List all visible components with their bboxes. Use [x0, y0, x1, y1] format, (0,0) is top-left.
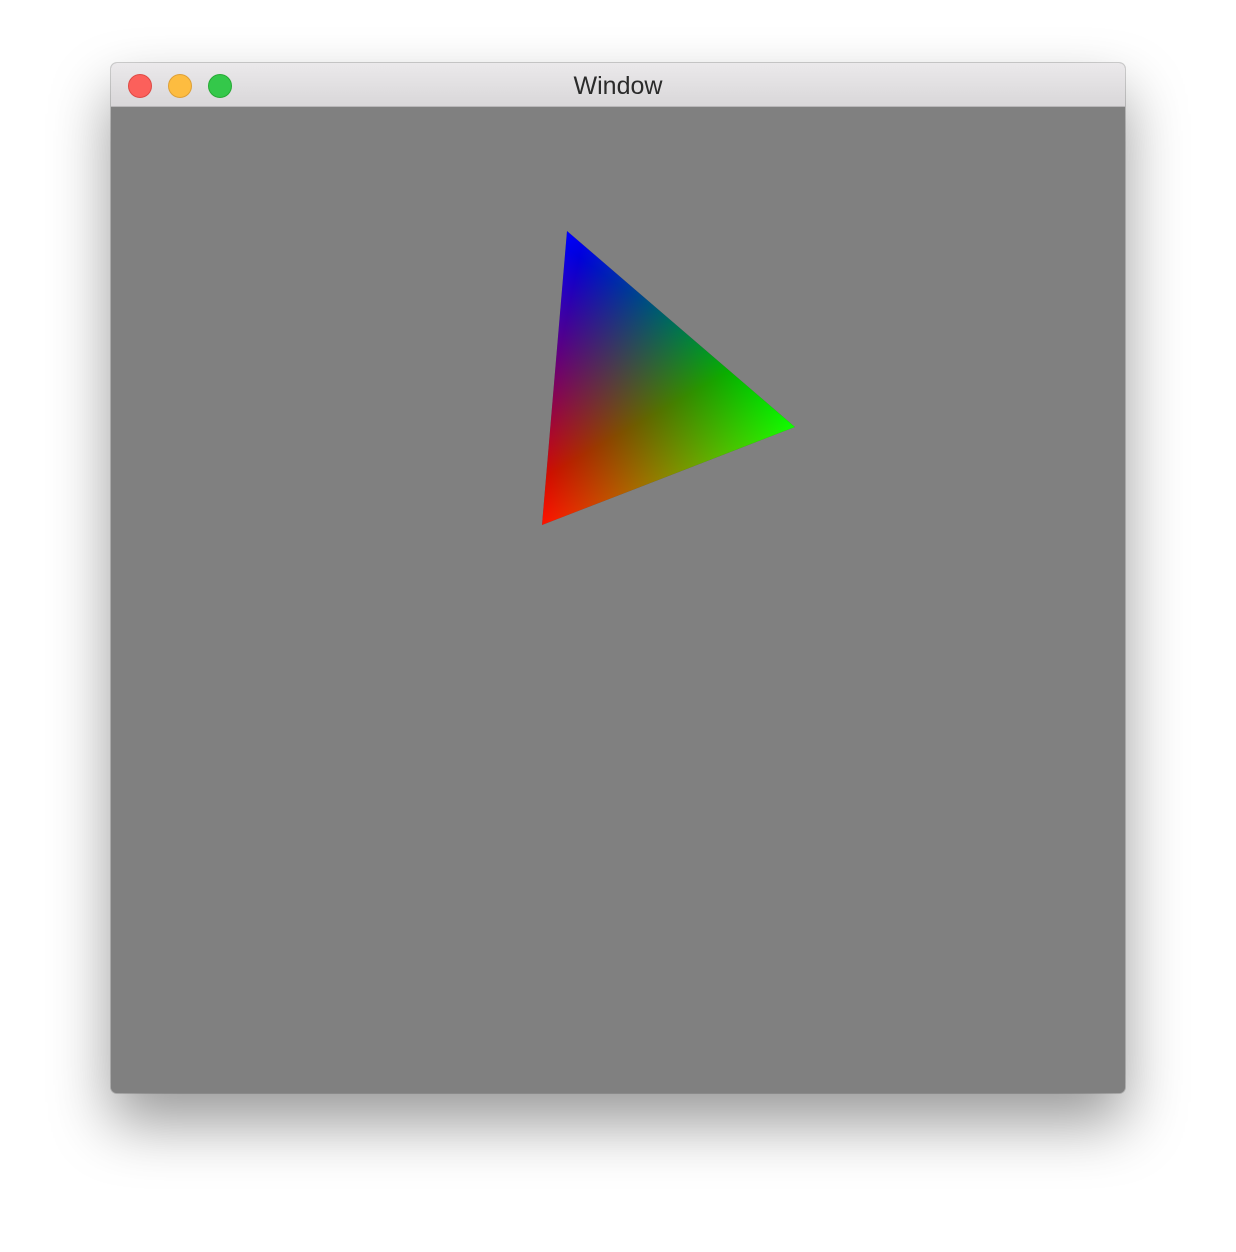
title-bar[interactable]: Window [111, 63, 1125, 107]
window-title: Window [573, 72, 663, 100]
gl-canvas [542, 231, 795, 525]
rgb-triangle [542, 231, 795, 525]
render-viewport[interactable] [111, 107, 1125, 1093]
app-window: Window [111, 63, 1125, 1093]
